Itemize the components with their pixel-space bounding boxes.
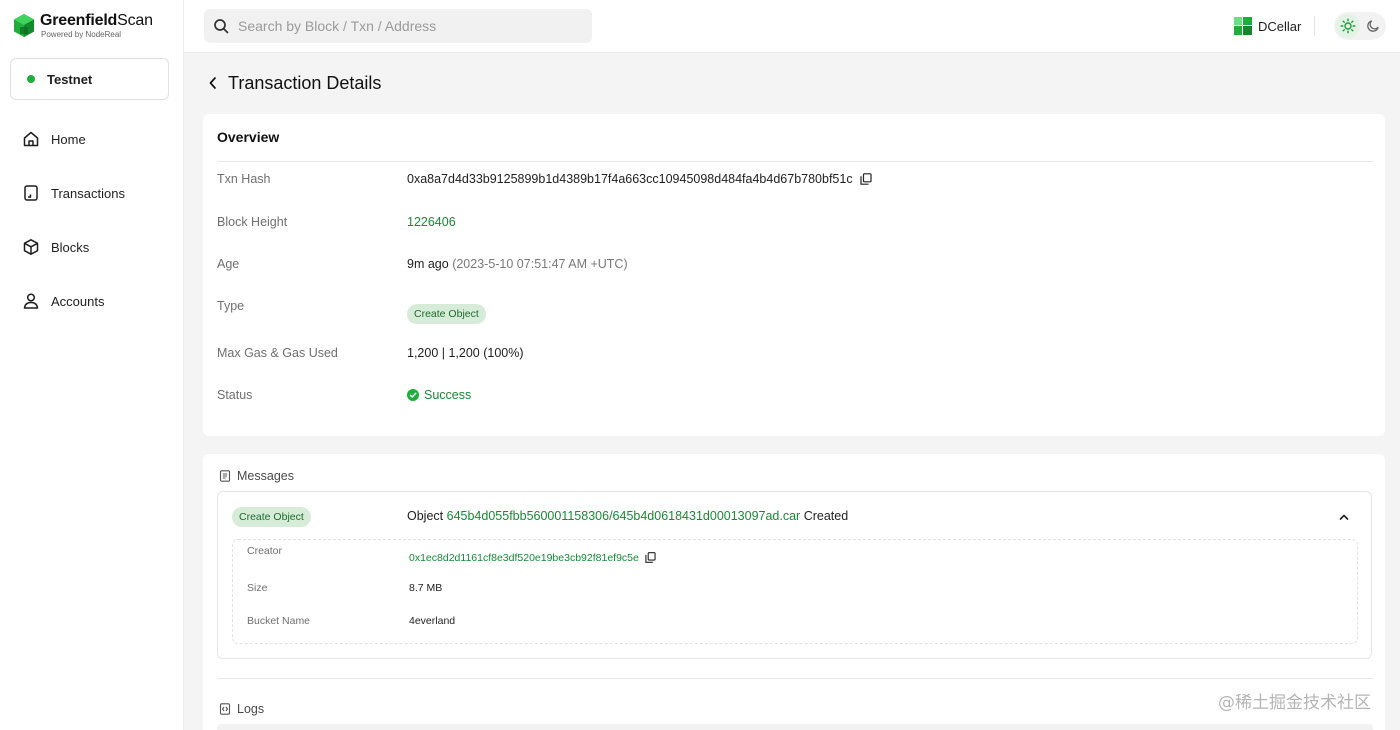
chevron-left-icon: [209, 77, 216, 89]
copy-icon: [645, 552, 656, 563]
back-button[interactable]: [206, 72, 220, 94]
copy-icon: [859, 173, 872, 185]
age-timestamp: (2023-5-10 07:51:47 AM +UTC): [452, 257, 628, 271]
search-icon: [212, 17, 230, 35]
logs-header: Logs: [219, 702, 264, 716]
messages-title: Messages: [237, 469, 294, 483]
user-icon: [22, 292, 40, 310]
sidebar-item-label: Home: [51, 131, 86, 147]
logs-title: Logs: [237, 702, 265, 716]
dark-mode-button[interactable]: [1362, 15, 1384, 37]
gas-value: 1,200 | 1,200 (100%): [407, 346, 524, 360]
status-value: Success: [424, 388, 472, 402]
greenfield-logo-icon: [14, 14, 34, 37]
copy-creator-button[interactable]: [645, 552, 657, 564]
watermark: @稀土掘金技术社区: [1218, 693, 1371, 713]
age-relative: 9m ago: [407, 257, 449, 271]
size-value: 8.7 MB: [409, 582, 443, 594]
sun-icon: [1340, 18, 1356, 34]
message-type-badge: Create Object: [232, 507, 311, 527]
message-description: Object 645b4d055fbb560001158306/645b4d06…: [407, 509, 848, 523]
size-label: Size: [247, 582, 268, 594]
messages-divider: [217, 678, 1373, 679]
network-selector[interactable]: Testnet: [10, 58, 169, 100]
age-label: Age: [217, 257, 240, 271]
search-bar: [204, 9, 592, 43]
brand-logo-link[interactable]: GreenfieldScan Powered by NodeReal: [12, 12, 153, 40]
theme-toggle: [1334, 12, 1386, 40]
message-details: Creator 0x1ec8d2d1161cf8e3df520e19be3cb9…: [232, 539, 1358, 644]
bucket-label: Bucket Name: [247, 615, 311, 627]
message-suffix: Created: [803, 509, 849, 523]
document-icon: [219, 470, 231, 482]
message-prefix: Object: [407, 509, 444, 523]
light-mode-button[interactable]: [1336, 14, 1360, 38]
header-divider: [1314, 16, 1315, 36]
moon-icon: [1367, 20, 1379, 32]
search-input[interactable]: [238, 18, 578, 34]
logs-content: [217, 724, 1373, 730]
messages-card: Messages Create Object Object 645b4d055f…: [203, 454, 1385, 730]
message-item: Create Object Object 645b4d055fbb5600011…: [217, 491, 1372, 659]
overview-divider: [217, 161, 1373, 162]
top-bar: DCellar: [184, 0, 1400, 53]
sidebar-item-accounts[interactable]: Accounts: [0, 274, 184, 328]
txn-hash-value: 0xa8a7d4d33b9125899b1d4389b17f4a663cc109…: [407, 172, 853, 186]
dcellar-logo-icon: [1234, 17, 1252, 35]
sidebar: GreenfieldScan Powered by NodeReal Testn…: [0, 0, 184, 730]
bucket-value: 4everland: [409, 615, 456, 627]
status-badge: Success: [407, 388, 471, 402]
network-status-dot: [27, 75, 35, 83]
object-path-link[interactable]: 645b4d055fbb560001158306/645b4d0618431d0…: [447, 509, 801, 523]
sidebar-item-label: Transactions: [51, 185, 125, 201]
type-label: Type: [217, 299, 245, 313]
sidebar-item-home[interactable]: Home: [0, 112, 184, 166]
type-badge: Create Object: [407, 304, 486, 324]
check-circle-icon: [407, 389, 419, 401]
cube-icon: [22, 238, 40, 256]
txn-hash-label: Txn Hash: [217, 172, 271, 186]
brand-name: GreenfieldScan: [40, 12, 153, 29]
code-file-icon: [219, 703, 231, 715]
message-header[interactable]: Create Object Object 645b4d055fbb5600011…: [232, 506, 1357, 528]
page-title: Transaction Details: [228, 72, 382, 93]
sidebar-item-label: Accounts: [51, 293, 105, 309]
creator-label: Creator: [247, 545, 283, 557]
sidebar-nav: Home Transactions Blocks Accounts: [0, 112, 184, 328]
chevron-up-icon[interactable]: [1337, 510, 1351, 524]
messages-header: Messages: [219, 469, 294, 483]
creator-address-link[interactable]: 0x1ec8d2d1161cf8e3df520e19be3cb92f81ef9c…: [409, 552, 639, 564]
page-heading: Transaction Details: [206, 72, 381, 94]
status-label: Status: [217, 388, 253, 402]
dcellar-link[interactable]: DCellar: [1233, 16, 1301, 36]
gas-label: Max Gas & Gas Used: [217, 346, 338, 360]
network-label: Testnet: [47, 71, 93, 87]
copy-txn-hash-button[interactable]: [859, 173, 872, 185]
block-height-label: Block Height: [217, 215, 288, 229]
sidebar-item-label: Blocks: [51, 239, 90, 255]
overview-card: Overview Txn Hash 0xa8a7d4d33b9125899b1d…: [203, 114, 1385, 436]
dcellar-label: DCellar: [1258, 18, 1302, 34]
overview-title: Overview: [217, 129, 280, 145]
home-icon: [22, 130, 40, 148]
sidebar-item-blocks[interactable]: Blocks: [0, 220, 184, 274]
transactions-icon: [22, 184, 40, 202]
brand-powered-by: Powered by NodeReal: [41, 30, 122, 39]
sidebar-item-transactions[interactable]: Transactions: [0, 166, 184, 220]
block-height-link[interactable]: 1226406: [407, 215, 456, 229]
